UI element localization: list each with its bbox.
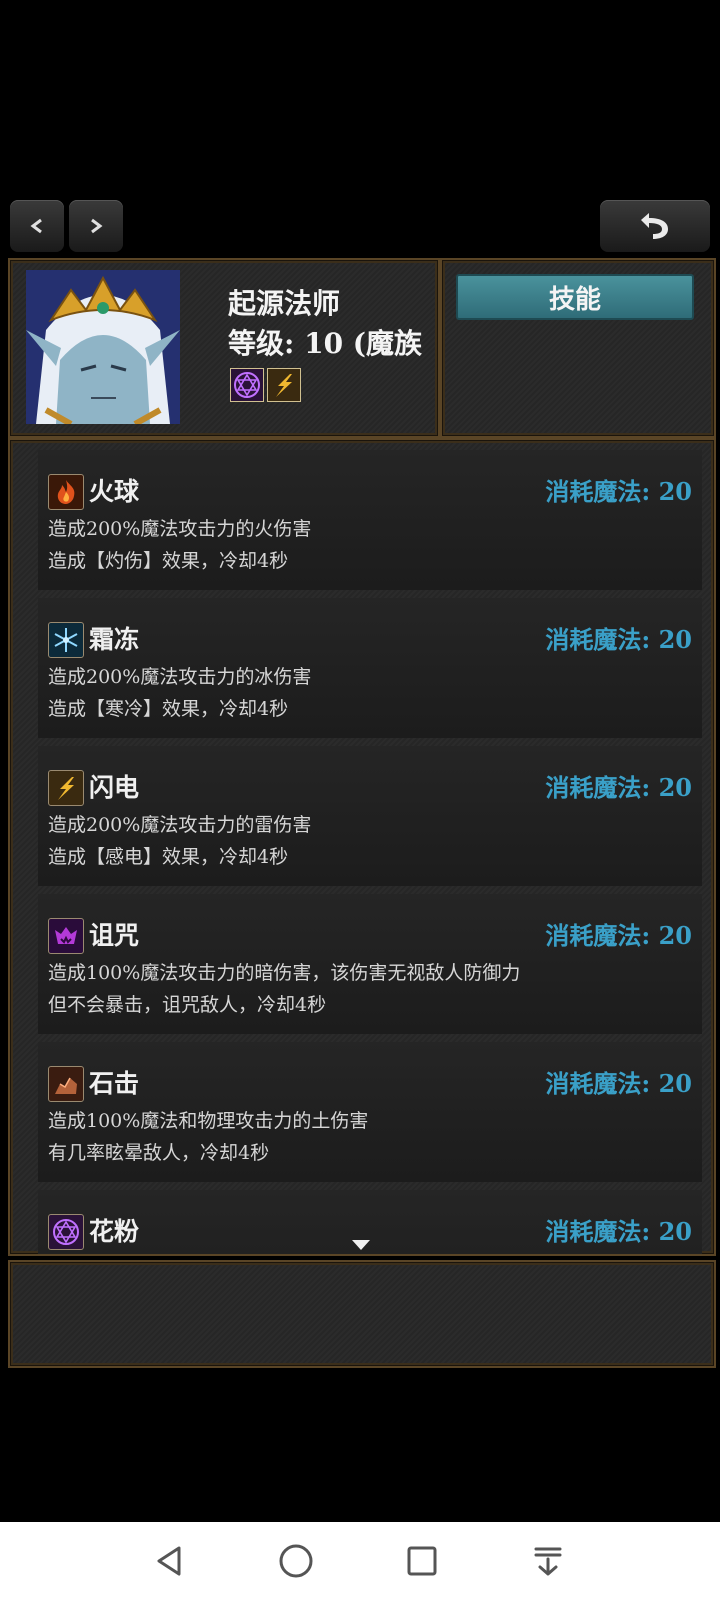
skill-cost: 消耗魔法: 20 bbox=[545, 1069, 692, 1098]
skill-list[interactable]: 火球 消耗魔法: 20 造成200%魔法攻击力的火伤害 造成【灼伤】效果，冷却4… bbox=[8, 438, 716, 1256]
next-button[interactable] bbox=[69, 200, 123, 252]
chevron-right-icon bbox=[91, 218, 103, 234]
skill-name: 火球 bbox=[89, 477, 140, 506]
skill-description: 造成200%魔法攻击力的雷伤害 bbox=[48, 814, 312, 836]
skill-effect: 造成【寒冷】效果，冷却4秒 bbox=[48, 698, 289, 720]
skill-name: 诅咒 bbox=[89, 921, 140, 950]
skill-item-frost[interactable]: 霜冻 消耗魔法: 20 造成200%魔法攻击力的冰伤害 造成【寒冷】效果，冷却4… bbox=[38, 598, 702, 738]
skill-description: 造成200%魔法攻击力的冰伤害 bbox=[48, 666, 312, 688]
back-nav-button[interactable] bbox=[147, 1538, 193, 1584]
system-nav-bar bbox=[0, 1522, 720, 1600]
skill-name: 霜冻 bbox=[89, 625, 140, 654]
prev-button[interactable] bbox=[10, 200, 64, 252]
skill-effect: 造成【感电】效果，冷却4秒 bbox=[48, 846, 289, 868]
skill-item-lightning[interactable]: 闪电 消耗魔法: 20 造成200%魔法攻击力的雷伤害 造成【感电】效果，冷却4… bbox=[38, 746, 702, 886]
scroll-down-indicator-icon[interactable] bbox=[352, 1240, 370, 1250]
skill-item-fireball[interactable]: 火球 消耗魔法: 20 造成200%魔法攻击力的火伤害 造成【灼伤】效果，冷却4… bbox=[38, 450, 702, 590]
skill-cost: 消耗魔法: 20 bbox=[545, 773, 692, 802]
skill-description: 造成100%魔法和物理攻击力的土伤害 bbox=[48, 1110, 369, 1132]
character-panel: 起源法师 等级: 10 (魔族 bbox=[8, 258, 440, 438]
skill-description: 造成100%魔法攻击力的暗伤害，该伤害无视敌人防御力 bbox=[48, 962, 521, 984]
tab-panel: 技能 bbox=[440, 258, 716, 438]
return-arrow-icon bbox=[641, 213, 668, 239]
circle-home-icon bbox=[279, 1544, 313, 1578]
notification-pull-button[interactable] bbox=[525, 1538, 571, 1584]
skill-cost: 消耗魔法: 20 bbox=[545, 1217, 692, 1246]
skill-cost: 消耗魔法: 20 bbox=[545, 477, 692, 506]
square-recents-icon bbox=[407, 1546, 437, 1576]
tab-skills[interactable]: 技能 bbox=[456, 274, 694, 320]
lightning-icon bbox=[267, 368, 301, 402]
pull-down-icon bbox=[534, 1547, 562, 1576]
home-nav-button[interactable] bbox=[273, 1538, 319, 1584]
back-button[interactable] bbox=[600, 200, 710, 252]
detail-panel bbox=[8, 1260, 716, 1368]
fire-icon bbox=[48, 474, 84, 510]
skill-name: 石击 bbox=[89, 1069, 140, 1098]
skill-cost: 消耗魔法: 20 bbox=[545, 921, 692, 950]
snowflake-icon bbox=[48, 622, 84, 658]
lightning-icon bbox=[48, 770, 84, 806]
skill-effect: 有几率眩晕敌人，冷却4秒 bbox=[48, 1142, 270, 1164]
triangle-back-icon bbox=[157, 1546, 181, 1576]
recents-nav-button[interactable] bbox=[399, 1538, 445, 1584]
chevron-left-icon bbox=[30, 218, 42, 234]
skill-cost: 消耗魔法: 20 bbox=[545, 625, 692, 654]
hexagram-icon bbox=[230, 368, 264, 402]
hexagram-icon bbox=[48, 1214, 84, 1250]
curse-icon bbox=[48, 918, 84, 954]
skill-item-curse[interactable]: 诅咒 消耗魔法: 20 造成100%魔法攻击力的暗伤害，该伤害无视敌人防御力 但… bbox=[38, 894, 702, 1034]
skill-effect: 但不会暴击，诅咒敌人，冷却4秒 bbox=[48, 994, 327, 1016]
stone-icon bbox=[48, 1066, 84, 1102]
skill-name: 闪电 bbox=[89, 773, 140, 802]
skill-description: 造成200%魔法攻击力的火伤害 bbox=[48, 518, 312, 540]
character-level: 等级: 10 (魔族 bbox=[228, 327, 423, 360]
character-name: 起源法师 bbox=[228, 287, 341, 320]
skill-effect: 造成【灼伤】效果，冷却4秒 bbox=[48, 550, 289, 572]
skill-item-pollen[interactable]: 花粉 消耗魔法: 20 bbox=[38, 1190, 702, 1254]
skill-item-stone[interactable]: 石击 消耗魔法: 20 造成100%魔法和物理攻击力的土伤害 有几率眩晕敌人，冷… bbox=[38, 1042, 702, 1182]
skill-name: 花粉 bbox=[89, 1217, 140, 1246]
character-portrait bbox=[26, 270, 180, 424]
avatar bbox=[26, 270, 180, 424]
